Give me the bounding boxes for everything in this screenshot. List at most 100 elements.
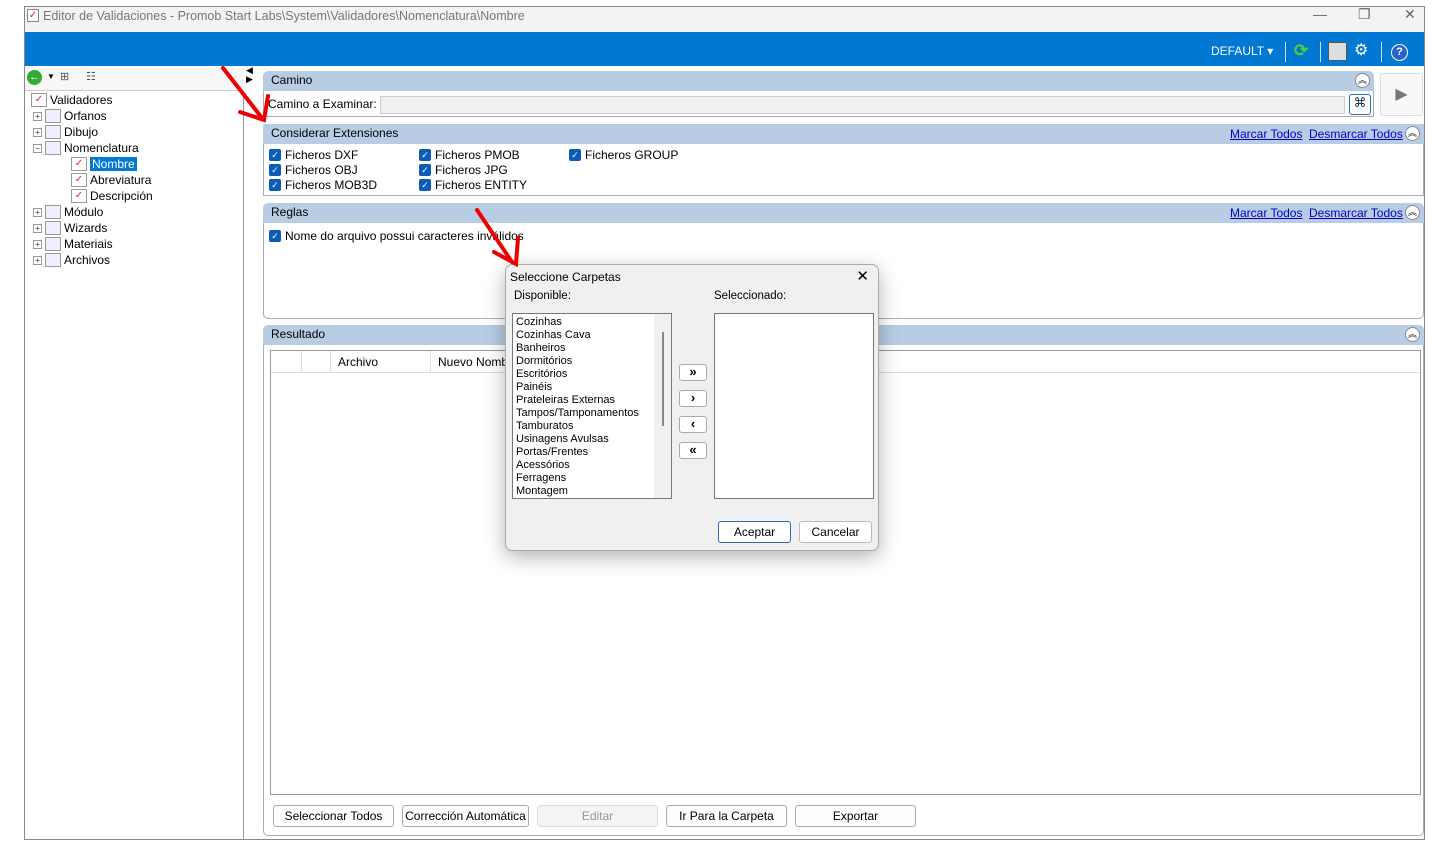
tree-item[interactable]: + Wizards: [33, 221, 107, 235]
settings-icon[interactable]: ⚙: [1354, 40, 1368, 60]
select-all-button[interactable]: Seleccionar Todos: [273, 805, 394, 827]
folder-list-item[interactable]: Banheiros: [513, 342, 671, 355]
folder-list-item[interactable]: Usinagens Avulsas: [513, 433, 671, 446]
mark-all-link[interactable]: Marcar Todos: [1230, 206, 1302, 220]
folder-list-item[interactable]: Tampos/Tamponamentos: [513, 407, 671, 420]
tree-label: Materiais: [64, 237, 113, 251]
collapse-icon[interactable]: ︽: [1355, 73, 1370, 88]
validator-icon: ✓: [71, 157, 87, 171]
tree-root[interactable]: ✓ Validadores: [31, 93, 112, 107]
checkbox-checked-icon: ✓: [269, 179, 281, 191]
go-to-folder-button[interactable]: Ir Para la Carpeta: [666, 805, 787, 827]
expand-icon[interactable]: +: [33, 223, 42, 233]
column-header-archivo[interactable]: Archivo: [331, 351, 431, 372]
edit-button[interactable]: Editar: [537, 805, 658, 827]
expand-icon[interactable]: +: [33, 207, 42, 217]
remove-all-button[interactable]: «: [679, 442, 707, 459]
expand-icon[interactable]: +: [33, 111, 42, 121]
extension-label: Ficheros PMOB: [435, 148, 520, 162]
chevron-down-icon[interactable]: ▼: [47, 72, 55, 81]
column-header[interactable]: [302, 351, 331, 372]
remove-button[interactable]: ‹: [679, 416, 707, 433]
extension-checkbox[interactable]: ✓ Ficheros OBJ: [269, 163, 358, 177]
dialog-title: Seleccione Carpetas: [510, 270, 621, 284]
run-button[interactable]: ▶: [1380, 73, 1423, 116]
expand-icon[interactable]: +: [33, 255, 42, 265]
expand-tree-icon[interactable]: ⊞: [60, 70, 69, 83]
folder-list-item[interactable]: Prateleiras Externas: [513, 394, 671, 407]
tree-item[interactable]: ✓ Nombre: [71, 157, 137, 171]
minimize-button[interactable]: —: [1313, 6, 1327, 22]
folder-list-item[interactable]: Escritórios: [513, 368, 671, 381]
folder-list-item[interactable]: Ferragens: [513, 472, 671, 485]
expand-icon[interactable]: +: [33, 239, 42, 249]
folder-list-item[interactable]: Painéis: [513, 381, 671, 394]
checkbox-checked-icon: ✓: [419, 179, 431, 191]
restore-button[interactable]: ❐: [1358, 6, 1371, 23]
mark-all-link[interactable]: Marcar Todos: [1230, 127, 1302, 141]
folder-search-icon: [45, 205, 61, 219]
dialog-close-icon[interactable]: ✕: [856, 267, 869, 285]
folder-list-item[interactable]: Montagem: [513, 485, 671, 498]
profile-dropdown[interactable]: DEFAULT ▾: [1211, 44, 1273, 58]
back-icon[interactable]: ←: [27, 70, 42, 85]
tree-item[interactable]: + Orfanos: [33, 109, 107, 123]
layout-icon[interactable]: [1328, 42, 1347, 61]
extension-label: Ficheros ENTITY: [435, 178, 528, 192]
tree-item[interactable]: ✓ Descripción: [71, 189, 153, 203]
selected-list[interactable]: [714, 313, 874, 499]
camino-label: Camino a Examinar:: [268, 97, 377, 111]
refresh-icon[interactable]: ⟳: [1294, 41, 1308, 61]
checkbox-checked-icon: ✓: [569, 149, 581, 161]
auto-fix-button[interactable]: Corrección Automática: [402, 805, 529, 827]
folder-list-item[interactable]: Portas/Frentes: [513, 446, 671, 459]
help-icon[interactable]: ?: [1391, 44, 1408, 61]
extension-checkbox[interactable]: ✓ Ficheros JPG: [419, 163, 508, 177]
extension-checkbox[interactable]: ✓ Ficheros ENTITY: [419, 178, 527, 192]
extension-label: Ficheros OBJ: [285, 163, 358, 177]
unmark-all-link[interactable]: Desmarcar Todos: [1309, 206, 1403, 220]
extension-checkbox[interactable]: ✓ Ficheros PMOB: [419, 148, 520, 162]
column-header[interactable]: [271, 351, 302, 372]
folder-list-item[interactable]: Cozinhas Cava: [513, 329, 671, 342]
scrollbar[interactable]: [654, 314, 671, 498]
collapse-icon[interactable]: −: [33, 143, 42, 153]
close-button[interactable]: ✕: [1404, 6, 1416, 23]
tree-item[interactable]: + Módulo: [33, 205, 103, 219]
folder-list-item[interactable]: Acessórios: [513, 459, 671, 472]
clipboard-check-icon: ✓: [31, 93, 47, 107]
expand-icon[interactable]: +: [33, 127, 42, 137]
extension-checkbox[interactable]: ✓ Ficheros GROUP: [569, 148, 678, 162]
cancel-button[interactable]: Cancelar: [799, 521, 872, 543]
folder-list-item[interactable]: Tamburatos: [513, 420, 671, 433]
available-list[interactable]: Cozinhas Cozinhas Cava Banheiros Dormitório…: [512, 313, 672, 499]
extension-checkbox[interactable]: ✓ Ficheros DXF: [269, 148, 358, 162]
tree-item[interactable]: ✓ Abreviatura: [71, 173, 151, 187]
add-all-button[interactable]: »: [679, 364, 707, 381]
checkbox-checked-icon: ✓: [269, 149, 281, 161]
tree-item[interactable]: − Nomenclatura: [33, 141, 139, 155]
tree-item[interactable]: + Dibujo: [33, 125, 98, 139]
extension-checkbox[interactable]: ✓ Ficheros MOB3D: [269, 178, 377, 192]
add-button[interactable]: ›: [679, 390, 707, 407]
folder-list-item[interactable]: Cozinhas: [513, 316, 671, 329]
reglas-header: Reglas Marcar Todos Desmarcar Todos ︽: [263, 203, 1424, 223]
unmark-all-link[interactable]: Desmarcar Todos: [1309, 127, 1403, 141]
export-button[interactable]: Exportar: [795, 805, 916, 827]
ok-button[interactable]: Aceptar: [718, 521, 791, 543]
collapse-icon[interactable]: ︽: [1405, 327, 1420, 342]
rule-checkbox[interactable]: ✓ Nome do arquivo possui caracteres invál…: [269, 229, 524, 243]
folder-list-item[interactable]: Dormitórios: [513, 355, 671, 368]
tree-label: Orfanos: [64, 109, 107, 123]
collapse-icon[interactable]: ︽: [1405, 205, 1420, 220]
validator-icon: ✓: [71, 173, 87, 187]
tree-item[interactable]: + Archivos: [33, 253, 110, 267]
collapse-icon[interactable]: ︽: [1405, 126, 1420, 141]
splitter-toggle-icon[interactable]: ◀ ▶: [246, 66, 253, 84]
binoculars-icon[interactable]: ⌘: [1349, 94, 1371, 115]
camino-input[interactable]: [380, 96, 1345, 114]
camino-header: Camino ︽: [263, 71, 1374, 91]
tree-label: Nombre: [90, 157, 137, 171]
collapse-tree-icon[interactable]: ☷: [86, 70, 96, 83]
tree-item[interactable]: + Materiais: [33, 237, 113, 251]
